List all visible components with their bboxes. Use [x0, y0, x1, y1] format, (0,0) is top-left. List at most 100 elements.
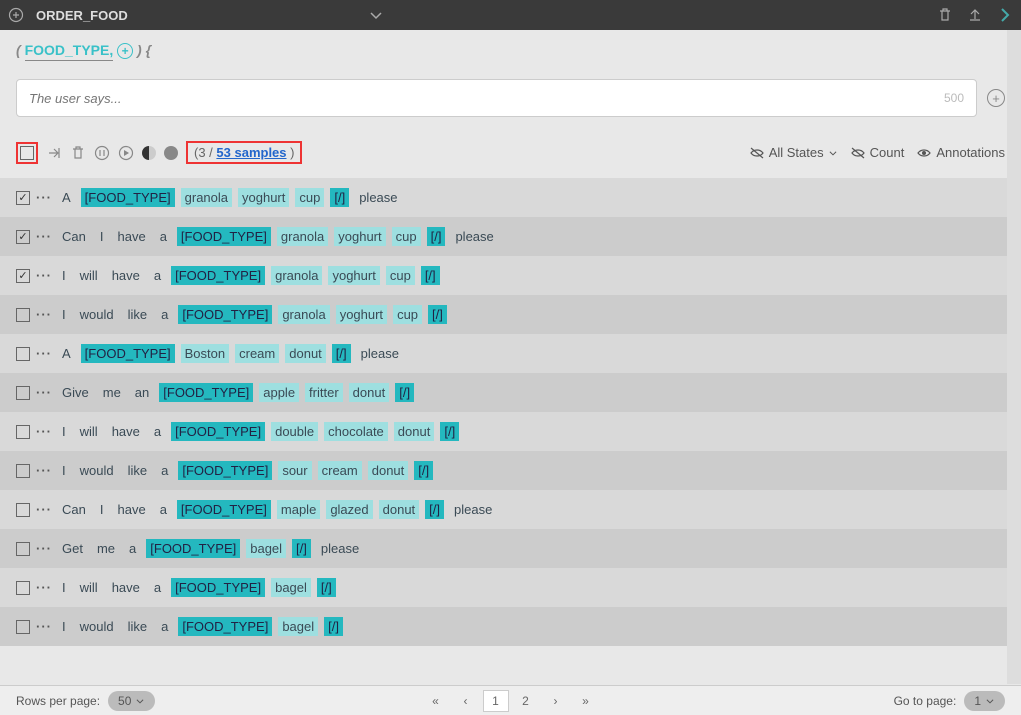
row-word: please [355, 188, 401, 207]
pager-next[interactable]: › [543, 690, 569, 712]
count-toggle[interactable]: Count [850, 145, 905, 161]
sample-row: ···Iwouldlikea[FOOD_TYPE]bagel[/] [0, 607, 1021, 646]
tag-content-word: donut [285, 344, 326, 363]
row-word: a [156, 227, 171, 246]
row-checkbox[interactable] [16, 191, 30, 205]
samples-prefix: (3 / [194, 145, 216, 160]
row-word: a [157, 461, 172, 480]
tag-close: [/] [421, 266, 440, 285]
samples-link[interactable]: 53 samples [216, 145, 286, 160]
row-checkbox[interactable] [16, 386, 30, 400]
pause-icon[interactable] [94, 144, 110, 161]
row-word: a [157, 617, 172, 636]
tag-content-word: fritter [305, 383, 343, 402]
trash-icon[interactable] [70, 144, 86, 161]
row-word: a [150, 266, 165, 285]
upload-icon[interactable] [967, 7, 983, 24]
pager-last[interactable]: » [573, 690, 599, 712]
row-word: I [96, 227, 108, 246]
sample-input[interactable] [29, 91, 944, 106]
row-word: Get [58, 539, 87, 558]
tag-close: [/] [395, 383, 414, 402]
scrollbar-outer[interactable] [1007, 30, 1021, 684]
add-sample-icon[interactable]: + [987, 89, 1005, 107]
row-word: I [96, 500, 108, 519]
row-menu-icon[interactable]: ··· [36, 268, 52, 283]
row-word: please [450, 500, 496, 519]
param-add-icon[interactable]: + [117, 43, 133, 59]
pager-prev[interactable]: ‹ [453, 690, 479, 712]
pager-first[interactable]: « [423, 690, 449, 712]
sample-row: ···CanIhavea[FOOD_TYPE]mapleglazeddonut[… [0, 490, 1021, 529]
tag-open: [FOOD_TYPE] [178, 461, 272, 480]
row-word: please [451, 227, 497, 246]
row-word: me [99, 383, 125, 402]
row-word: will [76, 422, 102, 441]
row-word: A [58, 188, 75, 207]
row-menu-icon[interactable]: ··· [36, 346, 52, 361]
row-word: a [156, 500, 171, 519]
goto-page-select[interactable]: 1 [964, 691, 1005, 711]
paren-open: ( [16, 42, 21, 58]
tag-content-word: donut [349, 383, 390, 402]
row-word: a [150, 422, 165, 441]
tag-open: [FOOD_TYPE] [146, 539, 240, 558]
all-states-dropdown[interactable]: All States [749, 145, 838, 161]
select-all-checkbox[interactable] [20, 146, 34, 160]
tag-content-word: granola [271, 266, 322, 285]
row-word: like [124, 617, 152, 636]
row-menu-icon[interactable]: ··· [36, 502, 52, 517]
row-menu-icon[interactable]: ··· [36, 190, 52, 205]
chevron-down-icon[interactable] [368, 7, 384, 24]
tag-open: [FOOD_TYPE] [81, 344, 175, 363]
pager-page[interactable]: 2 [513, 690, 539, 712]
export-icon[interactable] [46, 144, 62, 161]
circle-icon[interactable] [164, 146, 178, 160]
rows-per-page-select[interactable]: 50 [108, 691, 155, 711]
row-checkbox[interactable] [16, 347, 30, 361]
contrast-icon[interactable] [142, 146, 156, 160]
tag-content-word: sour [278, 461, 311, 480]
annotations-toggle[interactable]: Annotations [916, 145, 1005, 161]
row-word: have [108, 422, 144, 441]
tag-content-word: cup [295, 188, 324, 207]
row-checkbox[interactable] [16, 425, 30, 439]
tag-open: [FOOD_TYPE] [171, 266, 265, 285]
row-checkbox[interactable] [16, 269, 30, 283]
row-word: I [58, 266, 70, 285]
row-menu-icon[interactable]: ··· [36, 229, 52, 244]
row-checkbox[interactable] [16, 581, 30, 595]
row-menu-icon[interactable]: ··· [36, 580, 52, 595]
chevron-right-icon[interactable] [997, 7, 1013, 24]
tag-content-word: yoghurt [334, 227, 385, 246]
row-menu-icon[interactable]: ··· [36, 424, 52, 439]
trash-icon[interactable] [937, 7, 953, 24]
row-word: I [58, 617, 70, 636]
pager-page[interactable]: 1 [483, 690, 509, 712]
tag-content-word: granola [277, 227, 328, 246]
row-word: like [124, 305, 152, 324]
row-checkbox[interactable] [16, 464, 30, 478]
param-row: ( FOOD_TYPE, + ) { [0, 30, 1021, 71]
sample-list: ··· A [FOOD_TYPE] granola yoghurt cup [/] pleas… [0, 178, 1021, 648]
row-checkbox[interactable] [16, 308, 30, 322]
tag-content-word: double [271, 422, 318, 441]
sample-input-box[interactable]: 500 [16, 79, 977, 117]
row-checkbox[interactable] [16, 230, 30, 244]
tag-open: [FOOD_TYPE] [178, 617, 272, 636]
play-icon[interactable] [118, 144, 134, 161]
row-menu-icon[interactable]: ··· [36, 307, 52, 322]
row-menu-icon[interactable]: ··· [36, 619, 52, 634]
param-name[interactable]: FOOD_TYPE, [25, 42, 114, 61]
row-checkbox[interactable] [16, 503, 30, 517]
tag-content-word: glazed [326, 500, 372, 519]
row-menu-icon[interactable]: ··· [36, 385, 52, 400]
row-menu-icon[interactable]: ··· [36, 541, 52, 556]
sample-row: ···Iwillhavea[FOOD_TYPE]bagel[/] [0, 568, 1021, 607]
row-word: would [76, 305, 118, 324]
tag-close: [/] [440, 422, 459, 441]
add-icon[interactable] [8, 7, 24, 24]
row-checkbox[interactable] [16, 542, 30, 556]
row-menu-icon[interactable]: ··· [36, 463, 52, 478]
row-checkbox[interactable] [16, 620, 30, 634]
